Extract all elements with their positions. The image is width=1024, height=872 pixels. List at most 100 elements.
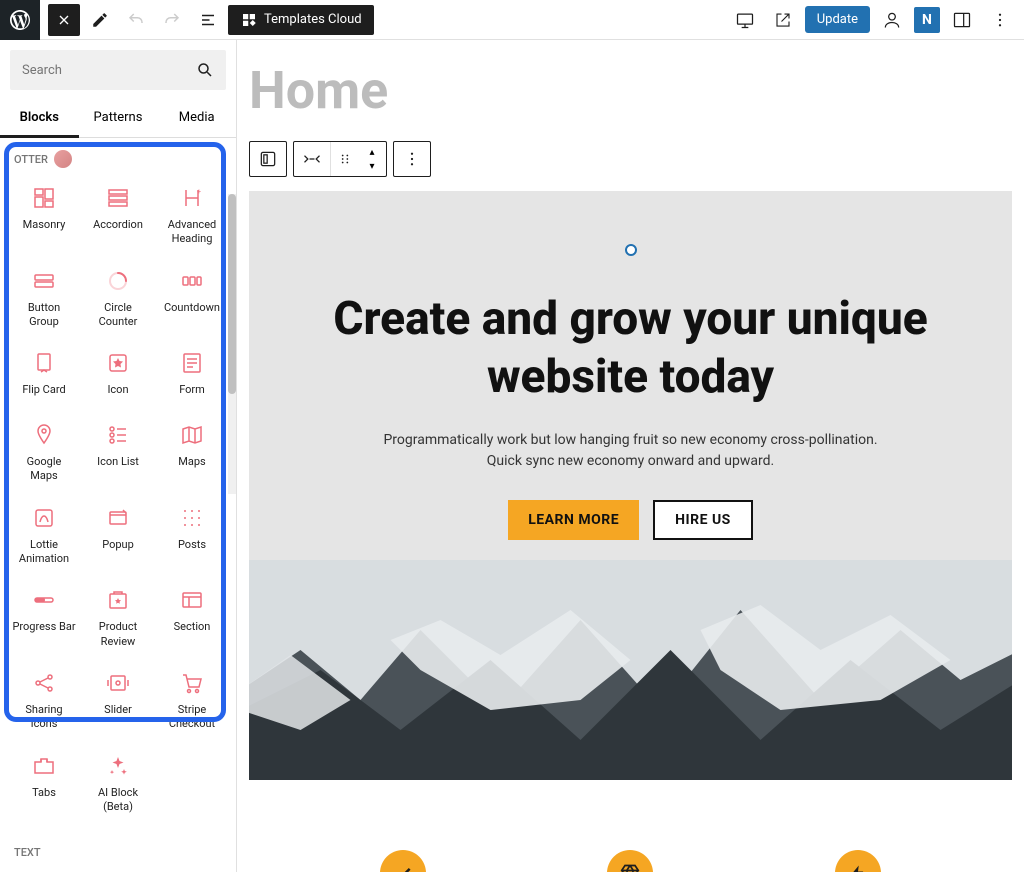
move-up-down[interactable]: ▴ ▾ bbox=[358, 145, 386, 173]
edit-tool-icon[interactable] bbox=[84, 4, 116, 36]
block-icon-list[interactable]: Icon List bbox=[82, 411, 154, 492]
circle-counter-icon bbox=[106, 269, 130, 293]
more-options-icon[interactable] bbox=[984, 4, 1016, 36]
block-toolbar: ▴ ▾ bbox=[249, 141, 1012, 177]
block-popup[interactable]: Popup bbox=[82, 494, 154, 575]
flip-card-icon bbox=[32, 351, 56, 375]
tab-patterns[interactable]: Patterns bbox=[79, 100, 158, 137]
editor-canvas[interactable]: Home ▴ ▾ bbox=[237, 40, 1024, 872]
flip-card-label: Flip Card bbox=[22, 383, 65, 397]
posts-icon bbox=[180, 506, 204, 530]
hero-mountains-image bbox=[249, 560, 1012, 780]
block-advanced-heading[interactable]: +Advanced Heading bbox=[156, 174, 228, 255]
sharing-icons-icon bbox=[32, 671, 56, 695]
maps-icon bbox=[180, 423, 204, 447]
wordpress-logo[interactable] bbox=[0, 0, 40, 40]
inserter-tabs: Blocks Patterns Media bbox=[0, 100, 236, 138]
undo-icon[interactable] bbox=[120, 4, 152, 36]
neve-badge[interactable]: N bbox=[914, 7, 940, 33]
sharing-icons-label: Sharing Icons bbox=[12, 703, 76, 732]
page-title[interactable]: Home bbox=[249, 40, 1012, 141]
block-countdown[interactable]: Countdown bbox=[156, 257, 228, 338]
ai-block-label: AI Block (Beta) bbox=[86, 786, 150, 815]
block-accordion[interactable]: Accordion bbox=[82, 174, 154, 255]
block-button-group[interactable]: Button Group bbox=[8, 257, 80, 338]
update-button[interactable]: Update bbox=[805, 6, 870, 33]
lottie-animation-icon bbox=[32, 506, 56, 530]
lottie-animation-label: Lottie Animation bbox=[12, 538, 76, 567]
countdown-icon bbox=[180, 269, 204, 293]
tab-media[interactable]: Media bbox=[157, 100, 236, 137]
product-review-icon bbox=[106, 588, 130, 612]
scrollbar[interactable] bbox=[228, 194, 236, 494]
maps-label: Maps bbox=[178, 455, 205, 469]
block-list[interactable]: List bbox=[156, 865, 228, 872]
block-paragraph[interactable]: Paragraph bbox=[8, 865, 80, 872]
hero-section[interactable]: Create and grow your unique website toda… bbox=[249, 191, 1012, 780]
block-lottie-animation[interactable]: Lottie Animation bbox=[8, 494, 80, 575]
button-group-icon bbox=[32, 269, 56, 293]
block-heading[interactable]: Heading bbox=[82, 865, 154, 872]
advanced-heading-label: Advanced Heading bbox=[160, 218, 224, 247]
block-ai-block[interactable]: AI Block (Beta) bbox=[82, 742, 154, 823]
hero-heading[interactable]: Create and grow your unique website toda… bbox=[289, 291, 972, 406]
settings-sidebar-icon[interactable] bbox=[946, 4, 978, 36]
chevron-down-icon[interactable]: ▾ bbox=[358, 159, 386, 173]
icon-icon bbox=[106, 351, 130, 375]
document-overview-icon[interactable] bbox=[192, 4, 224, 36]
feature-diamond-icon[interactable] bbox=[607, 850, 653, 872]
block-section[interactable]: Section bbox=[156, 576, 228, 657]
block-more-icon[interactable] bbox=[394, 142, 430, 176]
block-flip-card[interactable]: Flip Card bbox=[8, 339, 80, 409]
templates-cloud-button[interactable]: Templates Cloud bbox=[228, 5, 374, 35]
block-masonry[interactable]: Masonry bbox=[8, 174, 80, 255]
tabs-icon bbox=[32, 754, 56, 778]
block-maps[interactable]: Maps bbox=[156, 411, 228, 492]
templates-cloud-label: Templates Cloud bbox=[264, 12, 362, 27]
block-list-scroll[interactable]: Otter MasonryAccordion+Advanced Heading B… bbox=[0, 138, 236, 872]
slider-icon bbox=[106, 671, 130, 695]
block-circle-counter[interactable]: Circle Counter bbox=[82, 257, 154, 338]
countdown-label: Countdown bbox=[164, 301, 220, 315]
close-inserter-button[interactable] bbox=[48, 4, 80, 36]
hero-subtext[interactable]: Programmatically work but low hanging fr… bbox=[371, 430, 891, 472]
resize-handle[interactable] bbox=[625, 244, 637, 256]
section-label: Section bbox=[174, 620, 211, 634]
block-posts[interactable]: Posts bbox=[156, 494, 228, 575]
text-blocks-grid: ParagraphHeadingListQuoteCodeDetails bbox=[0, 865, 236, 872]
form-label: Form bbox=[179, 383, 205, 397]
stripe-checkout-icon bbox=[180, 671, 204, 695]
feature-check-icon[interactable] bbox=[380, 850, 426, 872]
block-tabs[interactable]: Tabs bbox=[8, 742, 80, 823]
hero-spacer[interactable] bbox=[249, 191, 1012, 251]
block-product-review[interactable]: Product Review bbox=[82, 576, 154, 657]
jetpack-icon[interactable] bbox=[876, 4, 908, 36]
popup-label: Popup bbox=[102, 538, 134, 552]
drag-handle-icon[interactable] bbox=[330, 142, 358, 176]
view-desktop-icon[interactable] bbox=[729, 4, 761, 36]
popup-icon bbox=[106, 506, 130, 530]
block-type-icon[interactable] bbox=[250, 142, 286, 176]
block-google-maps[interactable]: Google Maps bbox=[8, 411, 80, 492]
hire-us-button[interactable]: HIRE US bbox=[653, 500, 753, 540]
block-search[interactable] bbox=[10, 50, 226, 90]
learn-more-button[interactable]: LEARN MORE bbox=[508, 500, 639, 540]
block-sharing-icons[interactable]: Sharing Icons bbox=[8, 659, 80, 740]
feature-bolt-icon[interactable] bbox=[835, 850, 881, 872]
block-form[interactable]: Form bbox=[156, 339, 228, 409]
block-stripe-checkout[interactable]: Stripe Checkout bbox=[156, 659, 228, 740]
search-input[interactable] bbox=[22, 63, 196, 78]
product-review-label: Product Review bbox=[86, 620, 150, 649]
fullwidth-icon[interactable] bbox=[294, 142, 330, 176]
section-otter-label: Otter bbox=[0, 138, 236, 174]
hero-buttons: LEARN MORE HIRE US bbox=[289, 500, 972, 540]
redo-icon[interactable] bbox=[156, 4, 188, 36]
block-slider[interactable]: Slider bbox=[82, 659, 154, 740]
editor-topbar: Templates Cloud Update N bbox=[0, 0, 1024, 40]
block-icon[interactable]: Icon bbox=[82, 339, 154, 409]
block-progress-bar[interactable]: Progress Bar bbox=[8, 576, 80, 657]
chevron-up-icon[interactable]: ▴ bbox=[358, 145, 386, 159]
icon-list-label: Icon List bbox=[97, 455, 139, 469]
tab-blocks[interactable]: Blocks bbox=[0, 100, 79, 138]
external-link-icon[interactable] bbox=[767, 4, 799, 36]
